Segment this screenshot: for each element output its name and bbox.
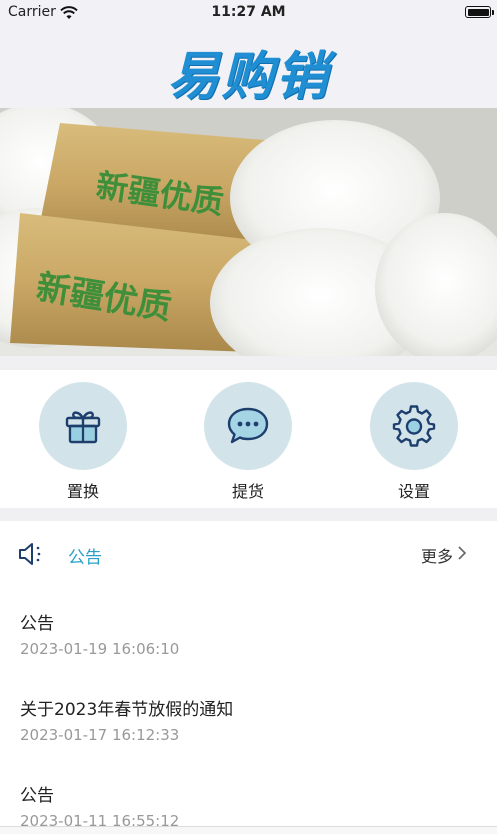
shortcut-exchange[interactable]: 置换	[23, 382, 143, 502]
shortcut-settings[interactable]: 设置	[354, 382, 474, 502]
shortcut-icon-bg	[370, 382, 458, 470]
speaker-icon	[18, 541, 46, 571]
battery-icon	[465, 6, 494, 18]
clock: 11:27 AM	[211, 4, 286, 20]
shortcut-label: 提货	[231, 482, 264, 501]
shortcut-icon-bg	[39, 382, 127, 470]
shortcut-label: 置换	[66, 482, 99, 501]
more-link[interactable]: 更多	[421, 543, 453, 567]
notice-item-date: 2023-01-17 16:12:33	[20, 726, 180, 744]
notice-item-title: 关于2023年春节放假的通知	[20, 700, 234, 720]
gear-icon	[392, 405, 436, 447]
chat-bubble-icon	[227, 407, 269, 444]
chevron-right-icon[interactable]	[457, 545, 467, 565]
notice-panel: 公告 更多 公告 2023-01-19 16:06:10 关于2023年春节放假…	[0, 521, 497, 833]
shortcut-pickup[interactable]: 提货	[188, 382, 308, 502]
notice-item[interactable]: 公告 2023-01-19 16:06:10	[20, 609, 480, 658]
notice-item-date: 2023-01-19 16:06:10	[20, 640, 180, 658]
gift-icon	[65, 411, 101, 444]
app-header: 易购销	[0, 26, 497, 108]
status-bar: Carrier 11:27 AM	[0, 0, 497, 26]
shortcut-label: 设置	[397, 482, 430, 501]
notice-item-title: 公告	[20, 786, 54, 806]
notice-header: 公告 更多	[0, 521, 497, 587]
banner-image: 新疆优质 新疆优质	[0, 108, 497, 356]
shortcut-icon-bg	[204, 382, 292, 470]
notice-item[interactable]: 关于2023年春节放假的通知 2023-01-17 16:12:33	[20, 695, 480, 744]
app-logo: 易购销	[167, 47, 330, 107]
notice-item-title: 公告	[20, 614, 54, 634]
shortcut-grid: 置换 提货 设置	[0, 370, 497, 508]
banner-carousel[interactable]: 新疆优质 新疆优质	[0, 108, 497, 356]
notice-item[interactable]: 公告 2023-01-11 16:55:12	[20, 781, 480, 830]
notice-section-title: 公告	[68, 548, 102, 568]
